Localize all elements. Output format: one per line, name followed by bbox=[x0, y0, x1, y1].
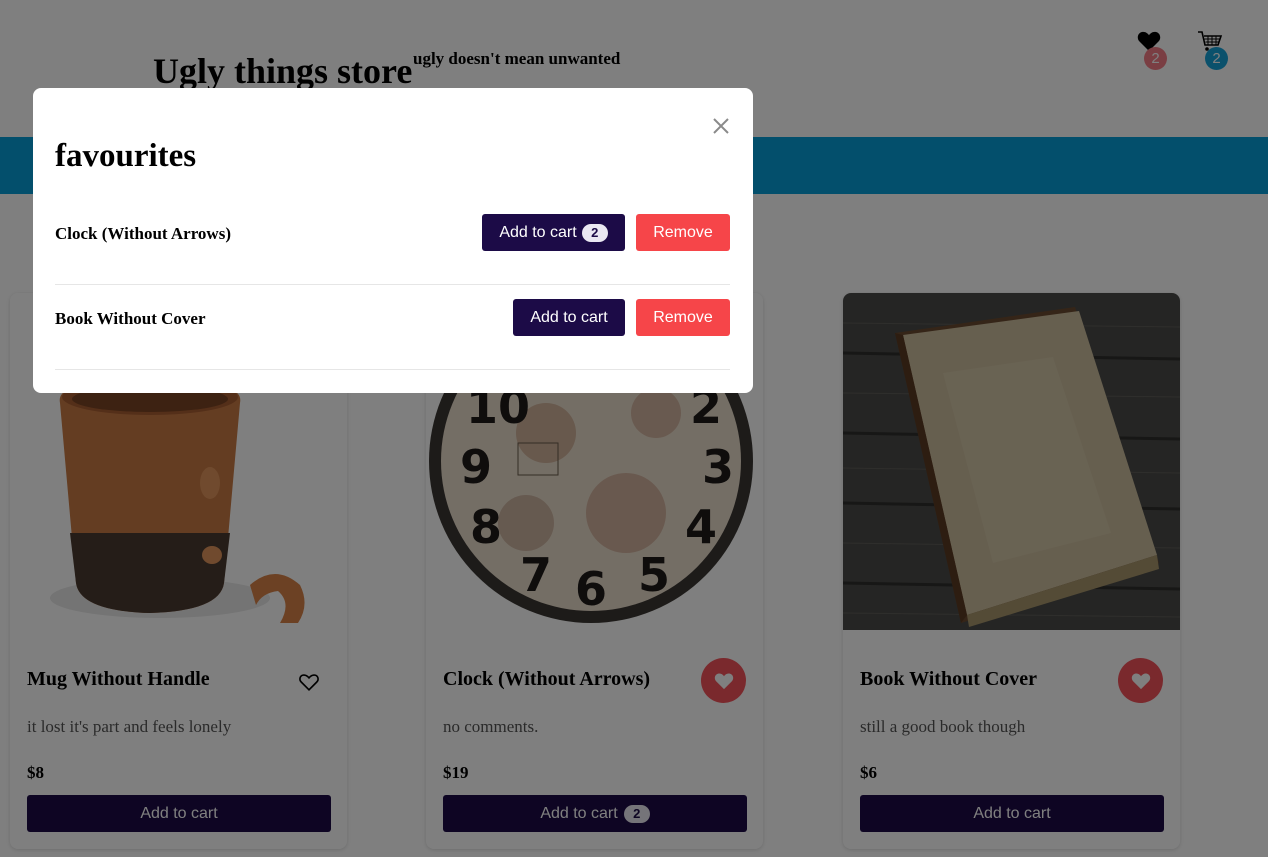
add-to-cart-label: Add to cart bbox=[499, 223, 577, 241]
favourite-item: Book Without Cover Add to cart Remove bbox=[55, 285, 730, 370]
cart-quantity-badge: 2 bbox=[581, 223, 608, 242]
favourite-item-name: Clock (Without Arrows) bbox=[55, 224, 231, 243]
remove-button[interactable]: Remove bbox=[636, 214, 730, 251]
favourite-item: Clock (Without Arrows) Add to cart 2 Rem… bbox=[55, 200, 730, 285]
remove-button[interactable]: Remove bbox=[636, 299, 730, 336]
add-to-cart-button[interactable]: Add to cart bbox=[513, 299, 625, 336]
favourites-modal: favourites Clock (Without Arrows) Add to… bbox=[33, 88, 753, 393]
close-button[interactable] bbox=[709, 114, 733, 138]
add-to-cart-button[interactable]: Add to cart 2 bbox=[482, 214, 625, 251]
add-to-cart-label: Add to cart bbox=[530, 308, 608, 326]
close-icon bbox=[713, 118, 729, 134]
modal-title: favourites bbox=[55, 138, 197, 174]
favourite-item-name: Book Without Cover bbox=[55, 309, 206, 328]
